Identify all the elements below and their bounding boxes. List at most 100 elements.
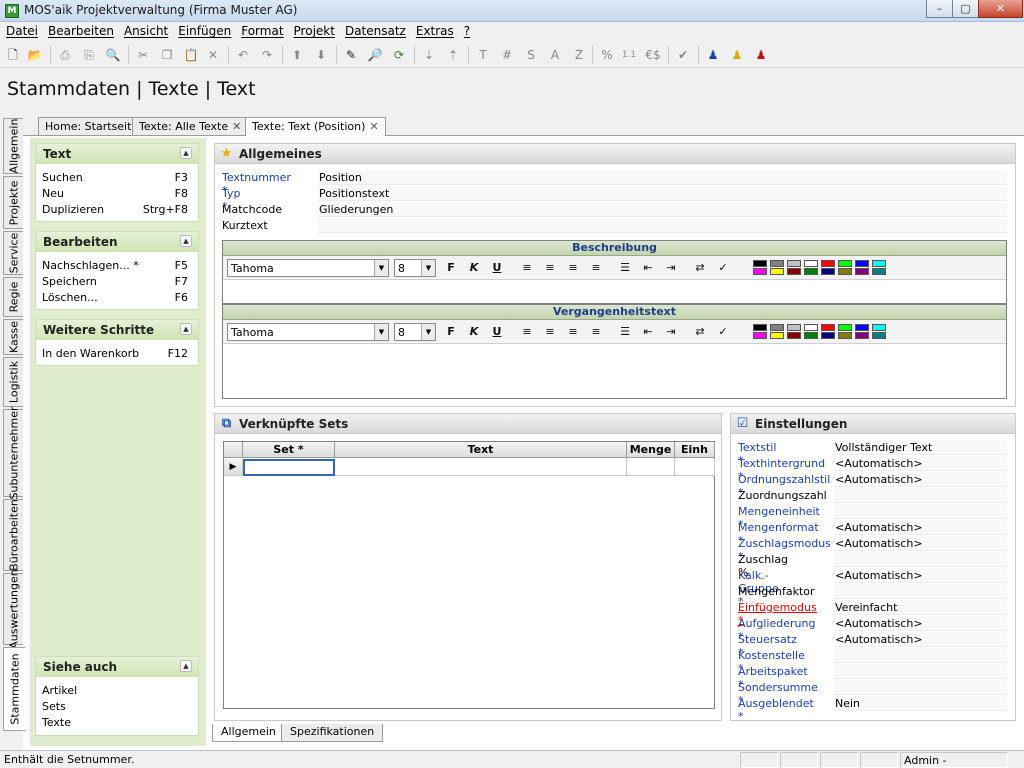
color-swatch[interactable] <box>753 332 767 339</box>
tab-texte-text-position[interactable]: Texte: Text (Position) ✕ <box>245 117 386 136</box>
print-icon[interactable]: ⎙ <box>56 46 74 64</box>
task-duplizieren[interactable]: Duplizieren Strg+F8 <box>36 202 198 218</box>
setting-value-input[interactable] <box>834 504 1007 519</box>
color-swatch[interactable] <box>872 332 886 339</box>
check-icon[interactable]: ✔ <box>674 46 692 64</box>
set-cell-input[interactable] <box>243 459 335 476</box>
tab-texte-alle-texte[interactable]: Texte: Alle Texte ✕ <box>132 117 249 135</box>
justify-icon[interactable]: ≡ <box>587 324 605 340</box>
collapse-icon[interactable]: ▲ <box>180 660 192 672</box>
align-center-icon[interactable]: ≡ <box>541 324 559 340</box>
group-header[interactable]: Siehe auch ▲ <box>36 657 198 677</box>
setting-value-input[interactable]: <Automatisch> <box>834 520 1007 535</box>
rtf-icon[interactable]: ⇄ <box>691 324 709 340</box>
user-blue-icon[interactable]: ♟ <box>704 46 722 64</box>
setting-value-input[interactable]: <Automatisch> <box>834 568 1007 583</box>
group-header[interactable]: Text ▲ <box>36 144 198 164</box>
setting-value-input[interactable]: <Automatisch> <box>834 472 1007 487</box>
minimize-button[interactable]: – <box>926 0 953 18</box>
color-swatch[interactable] <box>821 268 835 275</box>
align-center-icon[interactable]: ≡ <box>541 260 559 276</box>
menu-help[interactable]: ? <box>460 22 474 38</box>
color-swatch[interactable] <box>872 268 886 275</box>
numbering-icon[interactable]: 1.1 <box>620 46 638 64</box>
chevron-down-icon[interactable]: ▼ <box>421 260 435 276</box>
sort-desc-icon[interactable]: ⇡ <box>444 46 462 64</box>
search-doc-icon[interactable]: 🔎 <box>366 46 384 64</box>
menge-cell[interactable] <box>627 459 675 476</box>
color-swatch[interactable] <box>821 332 835 339</box>
align-left-icon[interactable]: ≡ <box>518 260 536 276</box>
chevron-down-icon[interactable]: ▼ <box>374 324 388 340</box>
column-einh[interactable]: Einh <box>675 442 715 458</box>
vtab-service[interactable]: Service <box>3 231 23 275</box>
collapse-icon[interactable]: ▲ <box>180 147 192 159</box>
color-swatch[interactable] <box>872 324 886 331</box>
close-tab-icon[interactable]: ✕ <box>232 120 241 133</box>
setting-value-input[interactable] <box>834 552 1007 567</box>
currency-icon[interactable]: €$ <box>644 46 662 64</box>
align-left-icon[interactable]: ≡ <box>518 324 536 340</box>
menu-projekt[interactable]: Projekt <box>290 22 339 38</box>
group-header[interactable]: Bearbeiten ▲ <box>36 232 198 252</box>
color-swatch[interactable] <box>855 324 869 331</box>
paste-icon[interactable]: 📋 <box>182 46 200 64</box>
tab-home-startseite[interactable]: Home: Startseite <box>38 117 146 135</box>
z-icon[interactable]: Z <box>570 46 588 64</box>
rtf-icon[interactable]: ⇄ <box>691 260 709 276</box>
setting-value-input[interactable]: <Automatisch> <box>834 616 1007 631</box>
color-swatch[interactable] <box>855 260 869 267</box>
bold-icon[interactable]: F <box>442 324 460 340</box>
underline-icon[interactable]: U <box>488 260 506 276</box>
task-nachschlagen[interactable]: Nachschlagen... * F5 <box>36 258 198 274</box>
color-swatch[interactable] <box>855 268 869 275</box>
collapse-icon[interactable]: ▲ <box>180 323 192 335</box>
color-swatch[interactable] <box>770 324 784 331</box>
menu-bearbeiten[interactable]: Bearbeiten <box>44 22 118 38</box>
color-swatch[interactable] <box>838 268 852 275</box>
collapse-icon[interactable]: ▲ <box>180 235 192 247</box>
link-sets[interactable]: Sets <box>36 699 198 715</box>
column-menge[interactable]: Menge <box>627 442 675 458</box>
color-swatch[interactable] <box>770 332 784 339</box>
user-yellow-icon[interactable]: ♟ <box>728 46 746 64</box>
setting-value-input[interactable]: Vereinfacht <box>834 600 1007 615</box>
color-swatch[interactable] <box>787 332 801 339</box>
color-swatch[interactable] <box>770 260 784 267</box>
tab-spezifikationen[interactable]: Spezifikationen <box>281 724 384 742</box>
close-button[interactable]: ✕ <box>978 0 1023 18</box>
open-folder-icon[interactable]: 📂 <box>26 46 44 64</box>
color-swatch[interactable] <box>804 260 818 267</box>
menu-datei[interactable]: Datei <box>2 22 42 38</box>
field-value-input[interactable]: Gliederungen <box>318 202 1007 217</box>
task-suchen[interactable]: Suchen F3 <box>36 170 198 186</box>
setting-value-input[interactable] <box>834 488 1007 503</box>
s-icon[interactable]: S <box>522 46 540 64</box>
setting-value-input[interactable] <box>834 664 1007 679</box>
vtab-büroarbeiten[interactable]: Büroarbeiten <box>3 499 23 571</box>
color-swatch[interactable] <box>787 324 801 331</box>
italic-icon[interactable]: K <box>465 324 483 340</box>
font-select[interactable]: Tahoma ▼ <box>227 323 389 341</box>
t-icon[interactable]: T <box>474 46 492 64</box>
color-swatch[interactable] <box>753 324 767 331</box>
spellcheck-icon[interactable]: ✓ <box>714 324 732 340</box>
setting-value-input[interactable]: Vollständiger Text <box>834 440 1007 455</box>
a-icon[interactable]: A <box>546 46 564 64</box>
color-swatch[interactable] <box>838 260 852 267</box>
column-set[interactable]: Set * <box>243 442 335 458</box>
edit-pencil-icon[interactable]: ✎ <box>342 46 360 64</box>
spellcheck-icon[interactable]: ✓ <box>714 260 732 276</box>
setting-value-input[interactable] <box>834 648 1007 663</box>
vtab-kasse[interactable]: Kasse <box>3 319 23 355</box>
align-right-icon[interactable]: ≡ <box>564 324 582 340</box>
color-swatch[interactable] <box>804 332 818 339</box>
menu-format[interactable]: Format <box>237 22 287 38</box>
vtab-stammdaten[interactable]: Stammdaten <box>3 647 25 731</box>
bullet-list-icon[interactable]: ☰ <box>616 324 634 340</box>
editor-textarea[interactable] <box>223 345 1006 398</box>
size-select[interactable]: 8 ▼ <box>394 323 436 341</box>
hash-icon[interactable]: # <box>498 46 516 64</box>
preview-icon[interactable]: 🔍 <box>104 46 122 64</box>
sets-grid[interactable]: Set * Text Menge Einh ▶ <box>223 441 715 709</box>
